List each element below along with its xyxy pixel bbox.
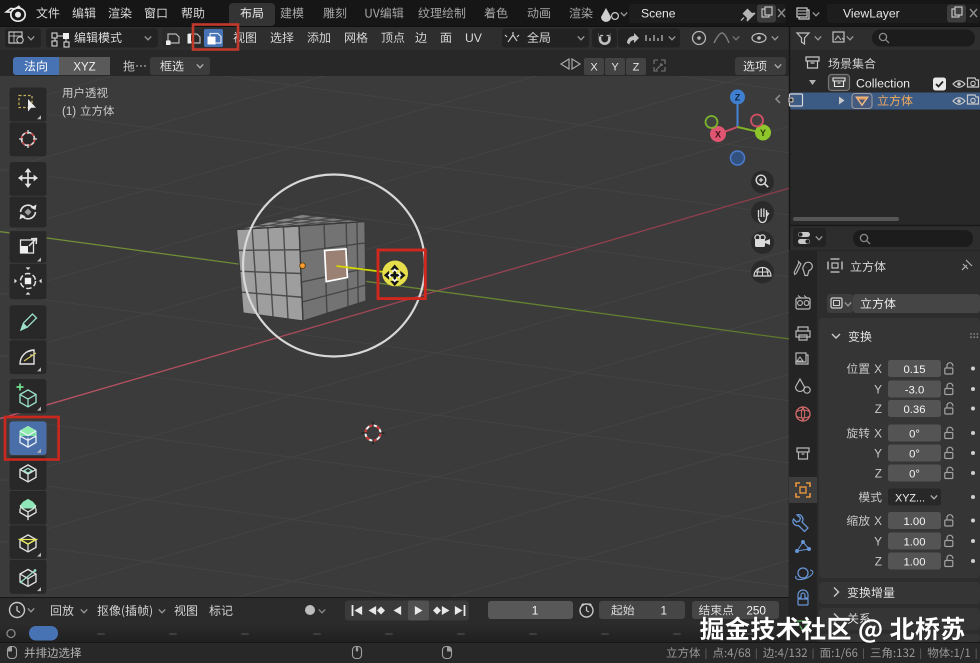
svg-text:Scene: Scene xyxy=(641,7,676,21)
svg-text:X: X xyxy=(874,427,882,441)
svg-text:Z: Z xyxy=(633,62,640,74)
svg-text:(1): (1) xyxy=(62,106,76,118)
svg-text:1.00: 1.00 xyxy=(904,556,926,568)
svg-text:Y: Y xyxy=(874,535,882,549)
svg-text:1: 1 xyxy=(660,604,667,618)
svg-text:Z: Z xyxy=(875,555,882,569)
svg-text:|: | xyxy=(812,648,815,660)
svg-text:X: X xyxy=(715,130,721,140)
svg-text:1: 1 xyxy=(532,604,539,618)
svg-text:Z: Z xyxy=(875,467,882,481)
svg-text:X: X xyxy=(590,62,598,74)
svg-text:Y: Y xyxy=(760,128,766,138)
svg-text:250: 250 xyxy=(746,604,766,618)
svg-text:XYZ: XYZ xyxy=(73,62,95,74)
svg-text:UV: UV xyxy=(465,31,483,45)
svg-text:-3.0: -3.0 xyxy=(905,384,924,396)
svg-text:|: | xyxy=(705,648,708,660)
svg-text:Z: Z xyxy=(875,402,882,416)
svg-text:X: X xyxy=(874,514,882,528)
svg-text:|: | xyxy=(975,648,978,660)
svg-text:0°: 0° xyxy=(909,448,920,460)
svg-text:|: | xyxy=(919,648,922,660)
svg-text:0.15: 0.15 xyxy=(904,364,926,376)
svg-text:0°: 0° xyxy=(909,468,920,480)
svg-text:1.00: 1.00 xyxy=(904,536,926,548)
svg-text:Y: Y xyxy=(874,383,882,397)
svg-text:|: | xyxy=(862,648,865,660)
svg-text:XYZ...: XYZ... xyxy=(895,492,925,504)
svg-text:Collection: Collection xyxy=(856,77,910,91)
svg-text:0°: 0° xyxy=(909,428,920,440)
svg-text:Y: Y xyxy=(611,62,619,74)
svg-text:ViewLayer: ViewLayer xyxy=(843,7,900,21)
svg-text:Y: Y xyxy=(874,447,882,461)
svg-text:X: X xyxy=(874,362,882,376)
svg-text:0.36: 0.36 xyxy=(904,404,926,416)
svg-text:1.00: 1.00 xyxy=(904,516,926,528)
svg-text:|: | xyxy=(755,648,758,660)
svg-text:Z: Z xyxy=(735,93,741,103)
